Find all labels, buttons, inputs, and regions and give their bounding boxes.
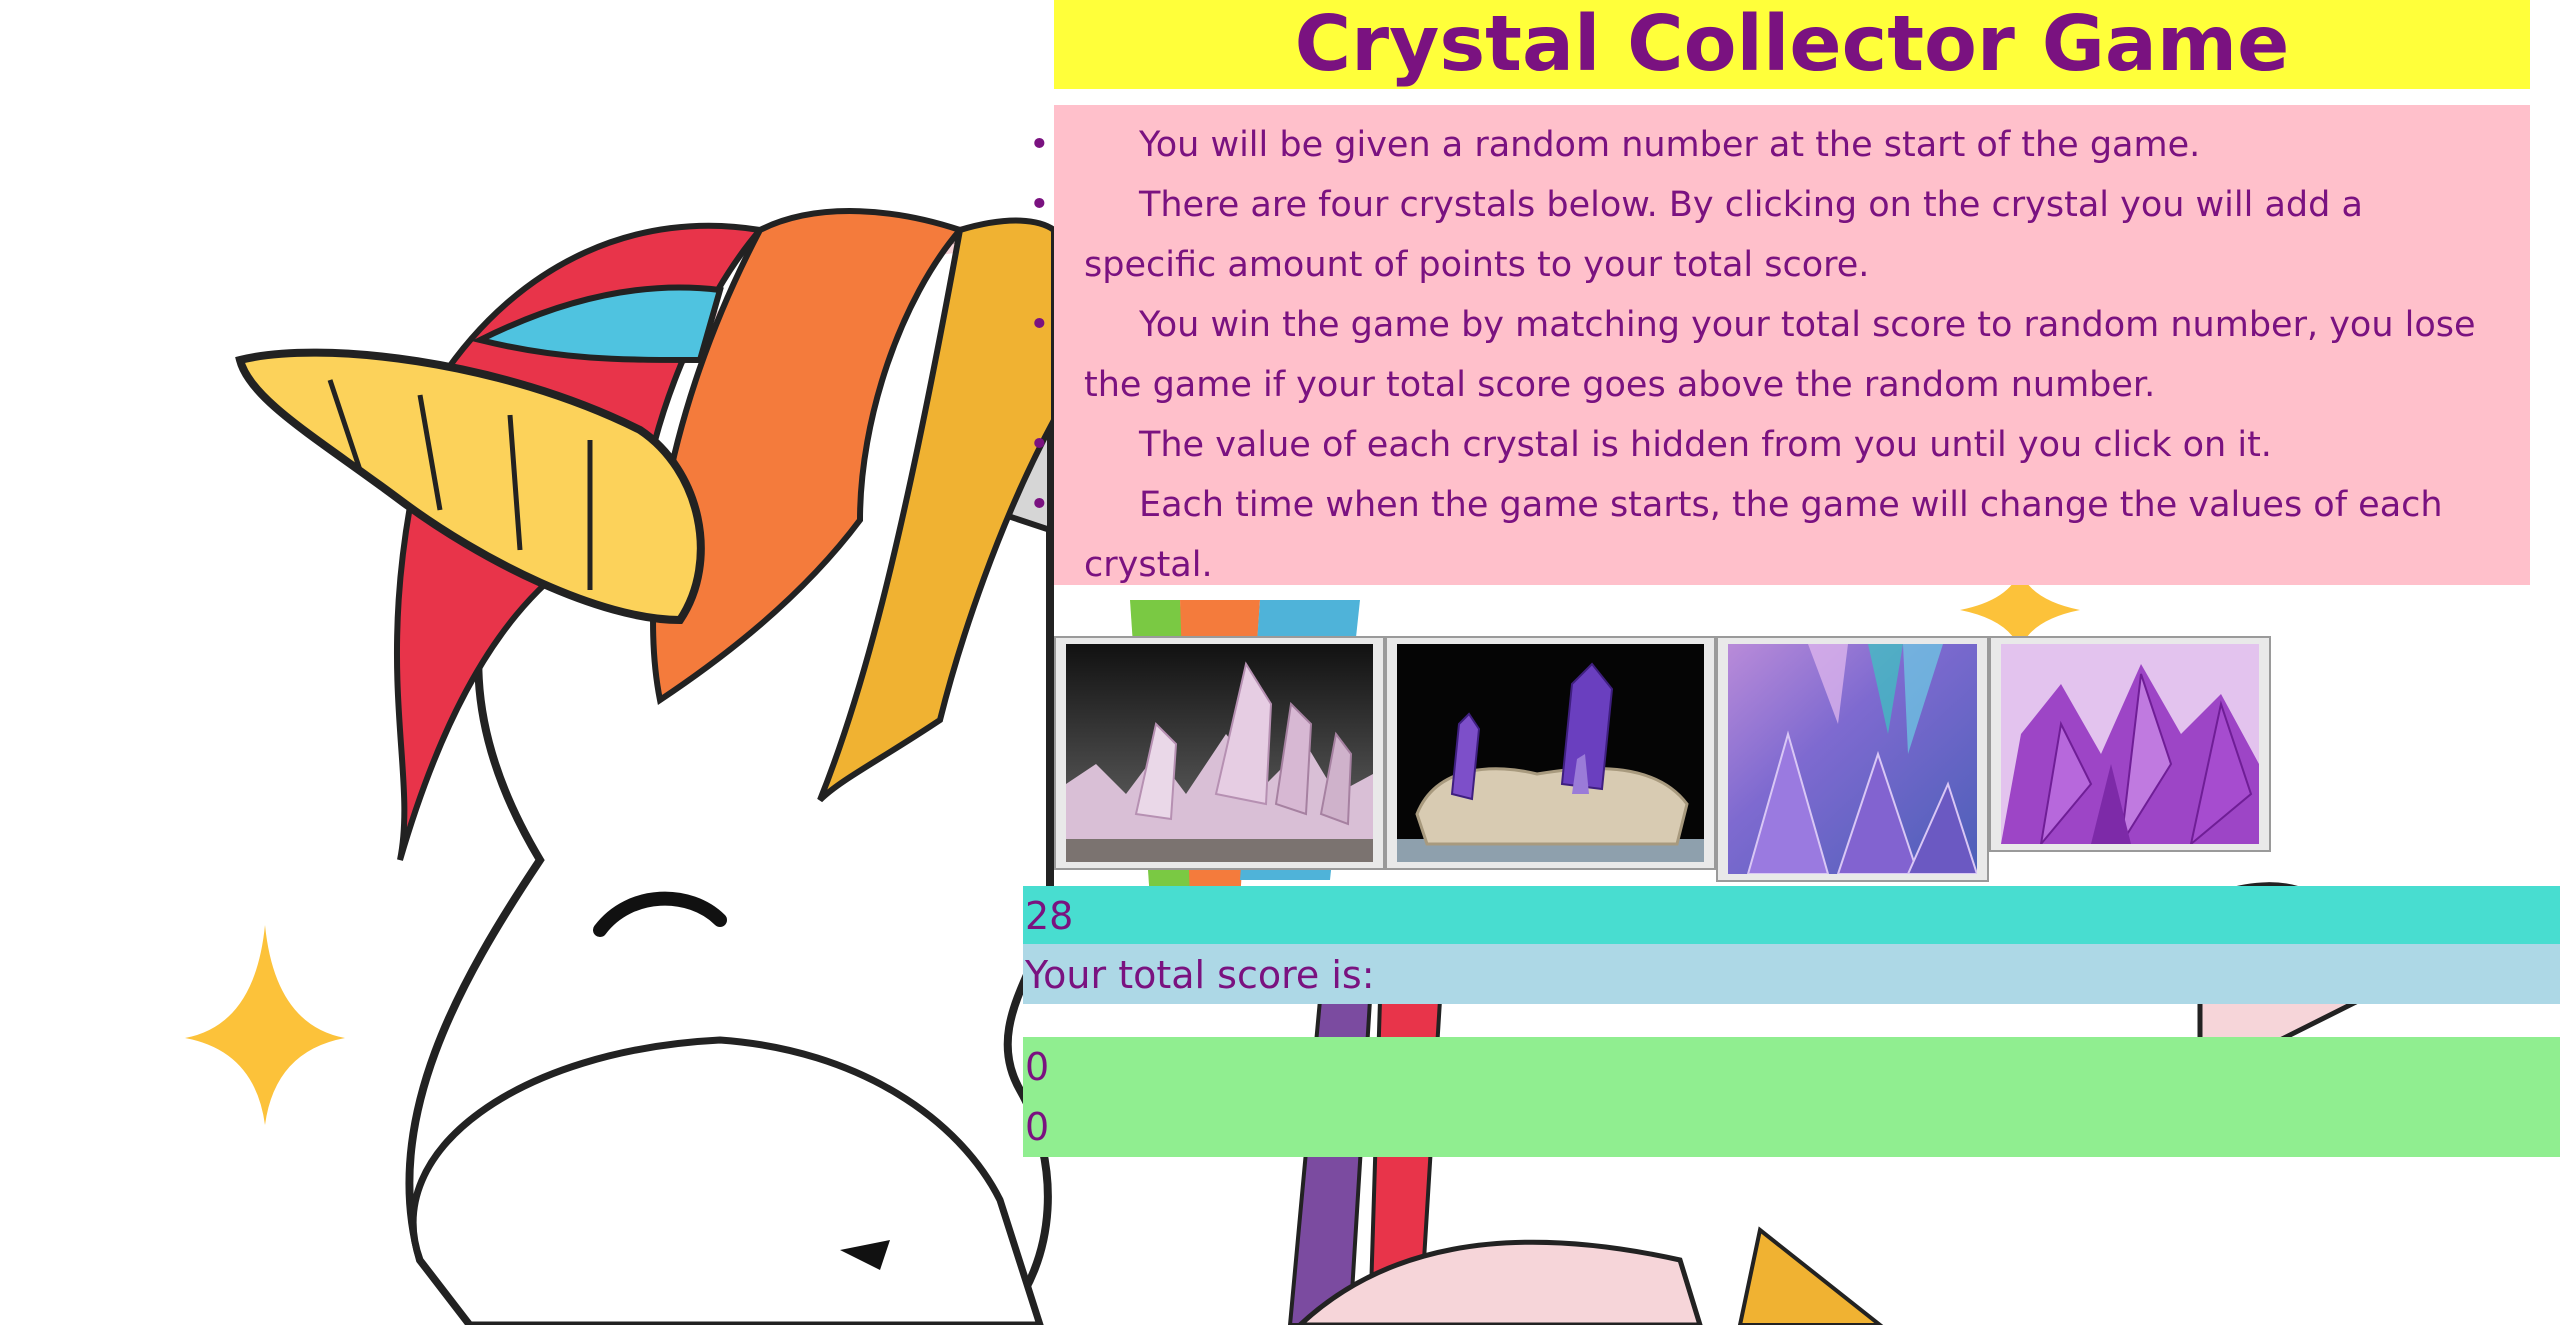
instructions-list: You will be given a random number at the… — [1029, 115, 2500, 595]
random-number-value: 28 — [1025, 894, 1074, 938]
crystal-3-button[interactable] — [1716, 636, 1989, 882]
crystal-4-button[interactable] — [1989, 636, 2271, 852]
total-score-value: 0 — [1025, 1045, 1050, 1089]
score-label: Your total score is: — [1025, 953, 1375, 997]
instruction-item: There are four crystals below. By clicki… — [1029, 175, 2500, 295]
pale-quartz-cluster-icon — [1066, 644, 1373, 862]
instruction-item: The value of each crystal is hidden from… — [1029, 415, 2500, 475]
score-label-bar: Your total score is: — [1023, 944, 2560, 1004]
amethyst-on-rock-icon — [1397, 644, 1704, 862]
crystal-1-button[interactable] — [1054, 636, 1385, 870]
secondary-counter-value: 0 — [1025, 1105, 1050, 1149]
page-title: Crystal Collector Game — [1054, 0, 2530, 89]
instruction-item: You win the game by matching your total … — [1029, 295, 2500, 415]
purple-amethyst-icon — [2001, 644, 2259, 844]
instruction-item: Each time when the game starts, the game… — [1029, 475, 2500, 595]
instructions-panel: You will be given a random number at the… — [1029, 105, 2530, 585]
score-counters: 0 0 — [1023, 1037, 2560, 1157]
iridescent-crystal-icon — [1728, 644, 1977, 874]
crystal-2-button[interactable] — [1385, 636, 1716, 870]
random-number-display: 28 — [1023, 886, 2560, 944]
instruction-item: You will be given a random number at the… — [1029, 115, 2500, 175]
